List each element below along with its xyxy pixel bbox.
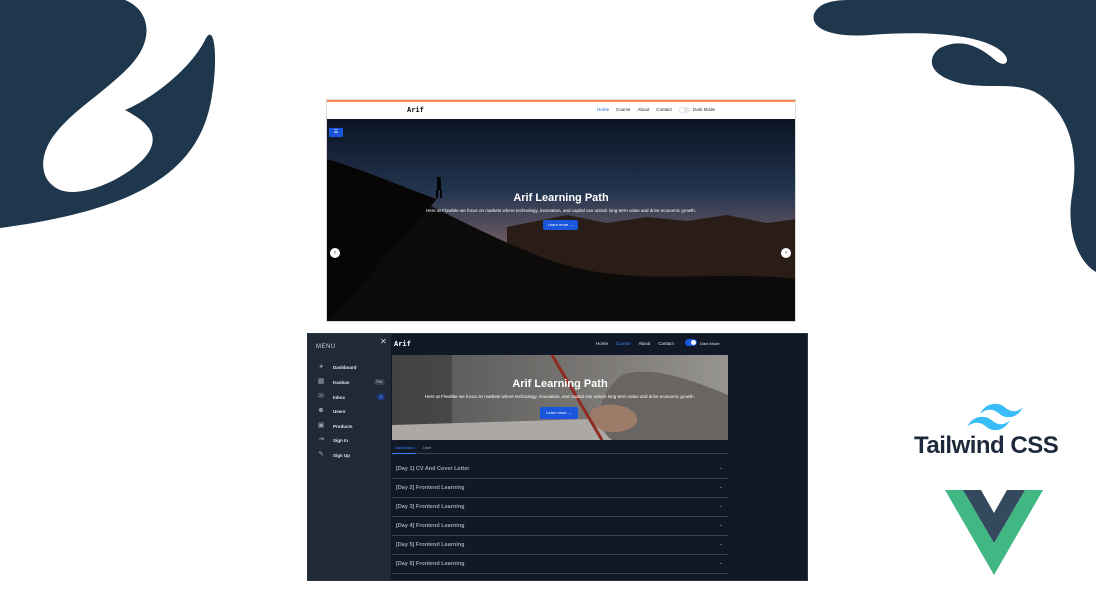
decorative-blob-right	[813, 0, 1096, 272]
dark-mode-label: Dark Mode	[693, 107, 716, 112]
pie-chart-icon: ◕	[318, 363, 324, 370]
pro-badge: Pro	[373, 379, 385, 385]
sidebar-item-label: Inbox	[333, 394, 345, 400]
sidebar-item-kanban[interactable]: ▦ Kanban Pro	[317, 377, 385, 387]
nav-link-home[interactable]: Home	[597, 107, 609, 112]
hero-title: Arif Learning Path	[513, 192, 609, 204]
sidebar-menu-button[interactable]: ☰	[329, 128, 343, 137]
accordion-title: [Day 5] Frontend Learning	[396, 542, 465, 548]
accordion-item[interactable]: [Day 4] Frontend Learning ⌄	[392, 517, 728, 536]
sidebar-item-sign-up[interactable]: ✎ Sign Up	[317, 450, 385, 460]
close-icon[interactable]: ✕	[380, 337, 387, 346]
sidebar-item-label: Sign Up	[333, 452, 350, 458]
navbar-dark: Arif Home Course About Contact Dark Mode	[391, 334, 807, 354]
chevron-left-icon: ‹	[334, 250, 336, 256]
learn-more-button[interactable]: Learn more →	[543, 220, 578, 230]
navbar-light: Arif Home Course About Contact Dark Mode	[327, 102, 795, 119]
nav-link-contact[interactable]: Contact	[656, 107, 672, 112]
accordion-item[interactable]: [Day 6] Frontend Learning ⌄	[392, 555, 728, 574]
chevron-down-icon: ⌄	[718, 560, 723, 566]
shopping-bag-icon: ▣	[317, 422, 325, 429]
tab-dashboard[interactable]: Dashboard	[395, 445, 415, 450]
sidebar-title: MENU	[316, 344, 336, 350]
inbox-icon: ✉	[318, 393, 324, 400]
sidebar-item-label: Sign In	[333, 437, 348, 443]
learn-more-button[interactable]: Learn more →	[540, 407, 578, 419]
vue-logo-icon	[945, 490, 1043, 575]
carousel-next-button[interactable]: ›	[781, 248, 791, 258]
accordion-title: [Day 1] CV And Cover Letter	[396, 466, 470, 472]
accordion-item[interactable]: [Day 2] Frontend Learning ⌄	[392, 479, 728, 498]
sidebar-item-users[interactable]: ☻ Users	[317, 406, 385, 416]
hamburger-icon: ☰	[333, 129, 339, 135]
carousel-prev-button[interactable]: ‹	[330, 248, 340, 258]
sidebar: MENU ✕ ◕ Dashboard ▦ Kanban Pro ✉ Inbox …	[308, 334, 391, 580]
hero-subtitle: Here at Flowbite we focus on markets whe…	[425, 208, 697, 213]
accordion-title: [Day 3] Frontend Learning	[396, 504, 465, 510]
chevron-down-icon: ⌄	[718, 465, 723, 471]
accordion-item[interactable]: [Day 3] Frontend Learning ⌄	[392, 498, 728, 517]
sidebar-item-label: Kanban	[333, 379, 350, 385]
nav-link-course[interactable]: Course	[616, 341, 631, 346]
nav-link-about[interactable]: About	[639, 341, 651, 346]
dark-mode-screenshot: MENU ✕ ◕ Dashboard ▦ Kanban Pro ✉ Inbox …	[307, 333, 808, 581]
light-mode-screenshot: Arif Home Course About Contact Dark Mode	[326, 99, 796, 322]
sidebar-item-label: Users	[333, 408, 346, 414]
tailwind-css-wordmark: Tailwind CSS	[914, 432, 1059, 459]
accordion-title: [Day 6] Frontend Learning	[396, 561, 465, 567]
sidebar-item-label: Products	[333, 423, 353, 429]
sidebar-item-dashboard[interactable]: ◕ Dashboard	[317, 362, 385, 372]
count-badge: 3	[377, 394, 385, 400]
nav-link-home[interactable]: Home	[596, 341, 608, 346]
grid-icon: ▦	[317, 378, 325, 385]
sidebar-item-products[interactable]: ▣ Products	[317, 421, 385, 431]
nav-link-contact[interactable]: Contact	[658, 341, 674, 346]
sidebar-item-inbox[interactable]: ✉ Inbox 3	[317, 392, 385, 402]
chevron-down-icon: ⌄	[718, 503, 723, 509]
dark-mode-label: Dark Mode	[700, 341, 720, 346]
dark-mode-toggle[interactable]	[679, 107, 690, 113]
hero-banner-writing: Arif Learning Path Here at Flowbite we f…	[392, 355, 728, 440]
sidebar-item-sign-in[interactable]: ⇥ Sign In	[317, 435, 385, 445]
nav-link-about[interactable]: About	[638, 107, 650, 112]
dark-mode-toggle[interactable]	[685, 339, 697, 346]
hero-subtitle: Here at Flowbite we focus on markets whe…	[424, 394, 696, 399]
sign-in-icon: ⇥	[318, 436, 324, 443]
decorative-blob-left	[0, 0, 216, 228]
chevron-down-icon: ⌄	[718, 541, 723, 547]
accordion-item[interactable]: [Day 1] CV And Cover Letter ⌄	[392, 460, 728, 479]
sign-up-icon: ✎	[318, 451, 324, 458]
accordion-item[interactable]: [Day 5] Frontend Learning ⌄	[392, 536, 728, 555]
tab-user[interactable]: User	[423, 445, 431, 450]
active-tab-underline	[392, 453, 416, 454]
tailwind-wave-icon	[967, 403, 1023, 431]
chevron-down-icon: ⌄	[718, 484, 723, 490]
accordion-title: [Day 4] Frontend Learning	[396, 523, 465, 529]
nav-link-course[interactable]: Course	[616, 107, 631, 112]
chevron-down-icon: ⌄	[718, 522, 723, 528]
tab-bar: Dashboard User	[392, 442, 728, 454]
hero-title: Arif Learning Path	[512, 378, 608, 390]
users-icon: ☻	[317, 407, 325, 414]
accordion-title: [Day 2] Frontend Learning	[396, 485, 465, 491]
hero-carousel-sunset: ☰ Arif Learning Path Here at Flowbite we…	[327, 119, 795, 321]
nav-links: Home Course About Contact	[596, 341, 674, 346]
sidebar-item-label: Dashboard	[333, 364, 357, 370]
chevron-right-icon: ›	[785, 250, 787, 256]
nav-links: Home Course About Contact	[597, 107, 672, 112]
brand-logo[interactable]: Arif	[394, 340, 411, 348]
brand-logo[interactable]: Arif	[407, 106, 424, 114]
